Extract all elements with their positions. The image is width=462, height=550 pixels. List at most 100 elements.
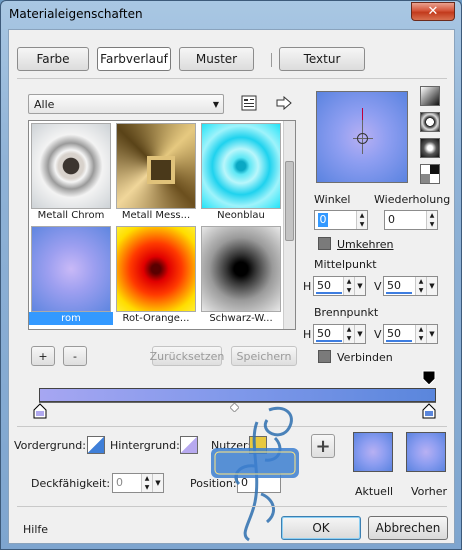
user-swatch[interactable]: [249, 436, 267, 454]
foreground-swatch[interactable]: [87, 436, 105, 454]
opacity-stop-marker[interactable]: [422, 370, 436, 386]
close-button[interactable]: ✕: [411, 2, 455, 21]
reset-button[interactable]: Zurücksetzen: [150, 346, 224, 366]
value-bar: [386, 340, 412, 342]
midpoint-diamond-icon[interactable]: [230, 403, 239, 412]
category-value: Alle: [34, 97, 55, 111]
gradient-editor-bar[interactable]: [39, 388, 436, 402]
invert-label: Umkehren: [337, 238, 394, 251]
foreground-label: Vordergrund:: [14, 439, 86, 452]
color-stop-left-marker[interactable]: [33, 403, 47, 419]
angle-stepper[interactable]: 0 ▲ ▼: [314, 210, 368, 230]
add-stop-button[interactable]: +: [311, 434, 335, 458]
chevron-down-icon: ▼: [426, 277, 437, 295]
chevron-down-icon: ▼: [354, 325, 365, 343]
divider: [17, 506, 447, 507]
remove-gradient-button[interactable]: -: [63, 346, 87, 366]
current-gradient-swatch[interactable]: [353, 432, 393, 472]
rectangular-style-icon[interactable]: [420, 112, 440, 132]
gradient-tile-rom[interactable]: rom: [29, 224, 113, 325]
gradient-tile-neonblau[interactable]: Neonblau: [199, 121, 283, 222]
gradient-name: Schwarz-W...: [209, 313, 273, 324]
focus-v-label: V: [374, 328, 382, 341]
opacity-label: Deckfähigkeit:: [31, 477, 111, 490]
stepper-arrows: ▲ ▼: [343, 277, 354, 295]
help-link[interactable]: Hilfe: [23, 523, 48, 536]
tab-farbverlauf[interactable]: Farbverlauf: [97, 47, 171, 71]
gradient-swatch: [201, 226, 281, 312]
background-label: Hintergrund:: [110, 439, 180, 452]
window-title: Materialeigenschaften: [9, 7, 143, 21]
focus-h-field[interactable]: 50 ▲ ▼ ▼: [313, 324, 366, 344]
sunburst-style-icon[interactable]: [420, 138, 440, 158]
gradient-swatch: [116, 123, 196, 209]
scrollbar-thumb[interactable]: [285, 161, 294, 241]
gradient-swatch: [31, 226, 111, 312]
focus-handle[interactable]: [357, 133, 368, 144]
focus-h-label: H: [303, 328, 312, 341]
background-swatch[interactable]: [180, 436, 198, 454]
current-label: Aktuell: [355, 485, 394, 498]
center-v-field[interactable]: 50 ▲ ▼ ▼: [383, 276, 438, 296]
gradient-name: Neonblau: [217, 210, 265, 221]
tab-textur[interactable]: Textur: [279, 47, 365, 71]
gallery-scrollbar[interactable]: [283, 121, 295, 329]
angle-value: 0: [318, 213, 328, 227]
angle-label: Winkel: [314, 193, 351, 206]
dialog-content: Farbe Farbverlauf Muster Textur Alle ▼ M…: [8, 29, 455, 544]
position-value: 0: [241, 476, 248, 489]
center-h-label: H: [303, 280, 312, 293]
center-h-field[interactable]: 50 ▲ ▼ ▼: [313, 276, 366, 296]
link-checkbox[interactable]: [318, 350, 331, 363]
chevron-down-icon: ▼: [212, 99, 220, 109]
gradient-tile-rot-orange[interactable]: Rot-Orange...: [114, 224, 198, 325]
gradient-tile-schwarz-weiss[interactable]: Schwarz-W...: [199, 224, 283, 325]
ok-button[interactable]: OK: [281, 516, 361, 540]
gradient-gallery: Metall Chrom Metall Mess... Neonblau rom…: [28, 120, 296, 330]
linear-style-icon[interactable]: [420, 86, 440, 106]
chevron-down-icon: ▼: [152, 474, 163, 492]
add-gradient-button[interactable]: +: [31, 346, 55, 366]
invert-checkbox[interactable]: [318, 237, 331, 250]
value-bar: [386, 292, 412, 294]
focus-v-field[interactable]: 50 ▲ ▼ ▼: [383, 324, 438, 344]
radial-style-icon[interactable]: [420, 164, 440, 184]
gradient-name: Metall Chrom: [37, 210, 105, 221]
resource-manager-icon[interactable]: [239, 93, 259, 113]
gradient-swatch: [31, 123, 111, 209]
category-select[interactable]: Alle ▼: [28, 94, 224, 114]
tab-muster[interactable]: Muster: [179, 47, 254, 71]
gradient-name: Metall Mess...: [121, 210, 191, 221]
stepper-arrows: ▲ ▼: [141, 474, 152, 492]
value-bar: [316, 340, 342, 342]
link-label: Verbinden: [337, 351, 393, 364]
chevron-down-icon: ▼: [426, 325, 437, 343]
stepper-arrows: ▲ ▼: [426, 211, 437, 229]
stepper-arrows: ▲ ▼: [356, 211, 367, 229]
arrow-right-icon[interactable]: [274, 93, 294, 113]
close-icon: ✕: [427, 4, 439, 19]
opacity-stepper[interactable]: 0 ▲ ▼ ▼: [112, 473, 164, 493]
cancel-button[interactable]: Abbrechen: [368, 516, 448, 540]
gradient-name: rom: [29, 312, 113, 325]
gradient-preview[interactable]: [316, 91, 408, 183]
previous-gradient-swatch[interactable]: [406, 432, 446, 472]
center-label: Mittelpunkt: [314, 258, 377, 271]
gradient-tile-metall-chrom[interactable]: Metall Chrom: [29, 121, 113, 222]
gradient-swatch: [116, 226, 196, 312]
stepper-arrows: ▲ ▼: [415, 325, 426, 343]
stepper-arrows: ▲ ▼: [415, 277, 426, 295]
focus-label: Brennpunkt: [314, 306, 379, 319]
color-stop-right-marker[interactable]: [422, 403, 436, 419]
value-bar: [316, 292, 342, 294]
save-button[interactable]: Speichern: [231, 346, 297, 366]
user-label: Nutzer:: [211, 439, 252, 452]
gradient-tile-metall-messing[interactable]: Metall Mess...: [114, 121, 198, 222]
title-bar: Materialeigenschaften ✕: [1, 1, 461, 29]
gradient-name: Rot-Orange...: [122, 313, 190, 324]
position-field[interactable]: 0: [237, 473, 281, 493]
tab-farbe[interactable]: Farbe: [17, 47, 89, 71]
divider: [17, 78, 447, 79]
opacity-value: 0: [116, 476, 123, 489]
repeat-stepper[interactable]: 0 ▲ ▼: [384, 210, 438, 230]
